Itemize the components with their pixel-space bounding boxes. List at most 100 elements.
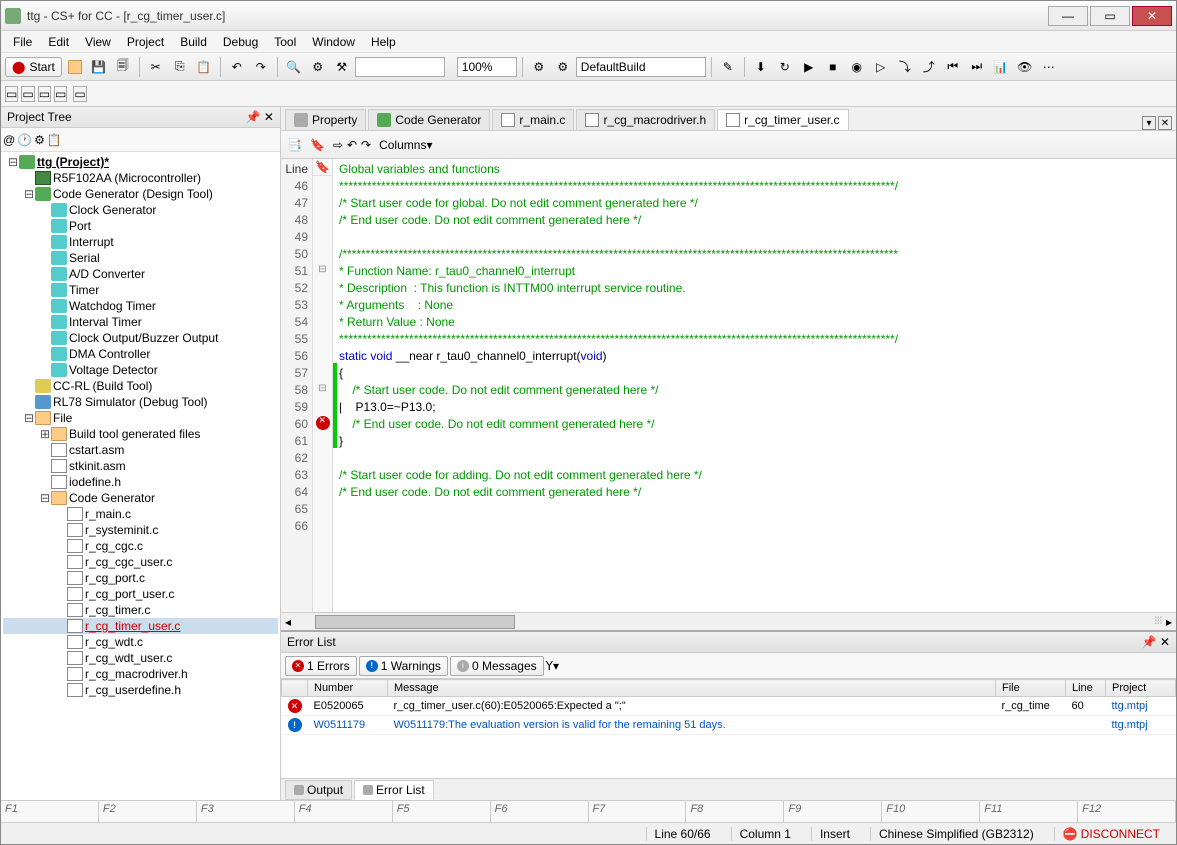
tree-node[interactable]: cstart.asm [3, 442, 278, 458]
break-icon[interactable]: ◉ [846, 56, 868, 78]
bookmark-icon[interactable]: 🔖 [310, 138, 325, 152]
tree-node[interactable]: Watchdog Timer [3, 298, 278, 314]
start-button[interactable]: ⬤ Start [5, 57, 62, 77]
col-project[interactable]: Project [1106, 680, 1176, 697]
tree-node[interactable]: Clock Output/Buzzer Output [3, 330, 278, 346]
f6[interactable]: F6 [491, 801, 589, 822]
col-number[interactable]: Number [308, 680, 388, 697]
window4-icon[interactable]: ▭ [54, 86, 67, 102]
tree-node[interactable]: Clock Generator [3, 202, 278, 218]
tab-dropdown-icon[interactable]: ▾ [1142, 116, 1156, 130]
f9[interactable]: F9 [784, 801, 882, 822]
tree-node[interactable]: r_main.c [3, 506, 278, 522]
tree-node[interactable]: r_cg_macrodriver.h [3, 666, 278, 682]
window5-icon[interactable]: ▭ [73, 86, 86, 102]
tree-node[interactable]: Port [3, 218, 278, 234]
stop-icon[interactable]: ■ [822, 56, 844, 78]
open-icon[interactable] [64, 56, 86, 78]
tree-node[interactable]: r_cg_userdefine.h [3, 682, 278, 698]
config-icon[interactable]: ⚙ [528, 56, 550, 78]
tab-rmain[interactable]: r_main.c [492, 109, 574, 130]
undo-icon[interactable]: ↶ [226, 56, 248, 78]
tool1-icon[interactable]: ✎ [717, 56, 739, 78]
window2-icon[interactable]: ▭ [21, 86, 34, 102]
step-over-icon[interactable]: ⤵ [894, 56, 916, 78]
horizontal-scrollbar[interactable]: ◂ ⫶⫶⫶ ▸ [281, 612, 1176, 630]
tree-node[interactable]: Interval Timer [3, 314, 278, 330]
redo-icon[interactable]: ↷ [250, 56, 272, 78]
gear-icon[interactable]: ⚙ [34, 133, 45, 147]
warnings-filter[interactable]: !1 Warnings [359, 656, 448, 676]
watch-icon[interactable]: 👁 [1014, 56, 1036, 78]
reset-icon[interactable]: ↻ [774, 56, 796, 78]
rewind-icon[interactable]: ⏮ [942, 56, 964, 78]
zoom-combo[interactable] [457, 57, 517, 77]
save-icon[interactable]: 💾 [88, 56, 110, 78]
cut-icon[interactable]: ✂ [145, 56, 167, 78]
tree-node[interactable]: stkinit.asm [3, 458, 278, 474]
col-icon[interactable] [282, 680, 308, 697]
error-table[interactable]: Number Message File Line Project ✕E05200… [281, 679, 1176, 778]
fwd-nav-icon[interactable]: ⇨ [333, 138, 343, 152]
menu-tool[interactable]: Tool [266, 33, 304, 51]
tree-node[interactable]: r_cg_timer_user.c [3, 618, 278, 634]
download-icon[interactable]: ⬇ [750, 56, 772, 78]
tree-node[interactable]: ⊞Build tool generated files [3, 426, 278, 442]
menu-build[interactable]: Build [172, 33, 215, 51]
menu-file[interactable]: File [5, 33, 40, 51]
tree-node[interactable]: ⊟ttg (Project)* [3, 154, 278, 170]
copy-icon[interactable]: ⎘ [169, 56, 191, 78]
menu-window[interactable]: Window [304, 33, 363, 51]
col-line[interactable]: Line [1066, 680, 1106, 697]
f1[interactable]: F1 [1, 801, 99, 822]
nav-icon[interactable]: 📑 [287, 138, 302, 152]
tree-node[interactable]: Voltage Detector [3, 362, 278, 378]
refresh-icon[interactable]: @ [3, 133, 15, 147]
output-tab[interactable]: Output [285, 780, 352, 800]
tab-timer-user[interactable]: r_cg_timer_user.c [717, 109, 848, 130]
minimize-button[interactable]: — [1048, 6, 1088, 26]
tree-node[interactable]: r_cg_port_user.c [3, 586, 278, 602]
tree-node[interactable]: ⊟Code Generator (Design Tool) [3, 186, 278, 202]
project-tree[interactable]: ⊟ttg (Project)*R5F102AA (Microcontroller… [1, 152, 280, 800]
tree-node[interactable]: r_cg_wdt_user.c [3, 650, 278, 666]
paste-icon[interactable]: 📋 [193, 56, 215, 78]
pin-icon[interactable]: 📌 ✕ [246, 110, 274, 124]
sort-icon[interactable]: 📋 [47, 133, 62, 147]
tab-codegen[interactable]: Code Generator [368, 109, 490, 130]
tree-node[interactable]: Timer [3, 282, 278, 298]
tree-node[interactable]: ⊟File [3, 410, 278, 426]
error-pin-icon[interactable]: 📌 ✕ [1142, 635, 1170, 649]
f10[interactable]: F10 [882, 801, 980, 822]
close-button[interactable]: ✕ [1132, 6, 1172, 26]
f3[interactable]: F3 [197, 801, 295, 822]
tree-node[interactable]: iodefine.h [3, 474, 278, 490]
f12[interactable]: F12 [1078, 801, 1176, 822]
tree-node[interactable]: Serial [3, 250, 278, 266]
tree-node[interactable]: A/D Converter [3, 266, 278, 282]
tree-node[interactable]: CC-RL (Build Tool) [3, 378, 278, 394]
f11[interactable]: F11 [980, 801, 1078, 822]
menu-help[interactable]: Help [363, 33, 404, 51]
menu-project[interactable]: Project [119, 33, 172, 51]
tab-property[interactable]: Property [285, 109, 366, 130]
tree-node[interactable]: RL78 Simulator (Debug Tool) [3, 394, 278, 410]
rebuild-icon[interactable]: ⚒ [331, 56, 353, 78]
filter-icon[interactable]: 𝖸▾ [546, 659, 559, 673]
tree-node[interactable]: R5F102AA (Microcontroller) [3, 170, 278, 186]
find-icon[interactable]: 🔍 [283, 56, 305, 78]
clock-icon[interactable]: 🕐 [17, 133, 32, 147]
step-out-icon[interactable]: ⤴ [918, 56, 940, 78]
scrollbar-thumb[interactable] [315, 615, 515, 629]
trace-icon[interactable]: 📊 [990, 56, 1012, 78]
tree-node[interactable]: r_cg_cgc_user.c [3, 554, 278, 570]
build-icon[interactable]: ⚙ [307, 56, 329, 78]
f2[interactable]: F2 [99, 801, 197, 822]
tab-close-icon[interactable]: ✕ [1158, 116, 1172, 130]
config2-icon[interactable]: ⚙ [552, 56, 574, 78]
menu-view[interactable]: View [77, 33, 119, 51]
f4[interactable]: F4 [295, 801, 393, 822]
error-row[interactable]: ✕E0520065r_cg_timer_user.c(60):E0520065:… [282, 697, 1176, 716]
error-row[interactable]: !W0511179W0511179:The evaluation version… [282, 716, 1176, 735]
maximize-button[interactable]: ▭ [1090, 6, 1130, 26]
